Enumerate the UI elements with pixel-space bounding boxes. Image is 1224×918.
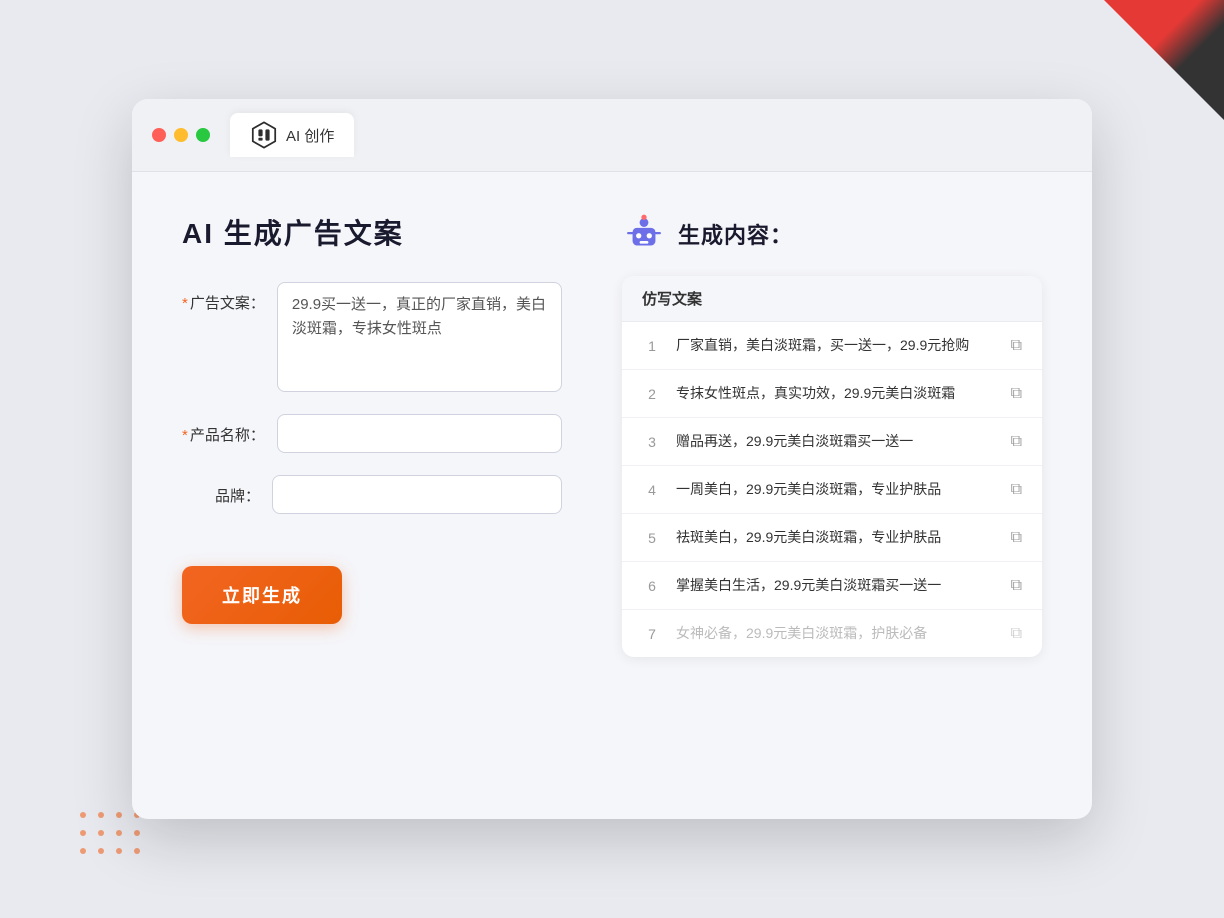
- row-number: 3: [642, 434, 662, 450]
- results-table: 仿写文案 1 厂家直销，美白淡斑霜，买一送一，29.9元抢购 ⧉ 2 专抹女性斑点，真实…: [622, 276, 1042, 657]
- row-text: 女神必备，29.9元美白淡斑霜，护肤必备: [676, 623, 997, 644]
- copy-icon[interactable]: ⧉: [1011, 481, 1022, 499]
- row-text: 专抹女性斑点，真实功效，29.9元美白淡斑霜: [676, 383, 997, 404]
- table-row: 6 掌握美白生活，29.9元美白淡斑霜买一送一 ⧉: [622, 562, 1042, 610]
- table-row: 4 一周美白，29.9元美白淡斑霜，专业护肤品 ⧉: [622, 466, 1042, 514]
- product-label: *产品名称：: [182, 414, 277, 445]
- minimize-button[interactable]: [174, 128, 188, 142]
- required-star-ad: *: [182, 295, 188, 312]
- row-number: 4: [642, 482, 662, 498]
- page-title: AI 生成广告文案: [182, 212, 562, 252]
- table-row: 1 厂家直销，美白淡斑霜，买一送一，29.9元抢购 ⧉: [622, 322, 1042, 370]
- ad-copy-input[interactable]: 29.9买一送一，真正的厂家直销，美白淡斑霜，专抹女性斑点: [277, 282, 562, 392]
- row-number: 6: [642, 578, 662, 594]
- product-name-group: *产品名称： 美白淡斑霜: [182, 414, 562, 453]
- copy-icon[interactable]: ⧉: [1011, 625, 1022, 643]
- generate-button[interactable]: 立即生成: [182, 566, 342, 624]
- copy-icon[interactable]: ⧉: [1011, 529, 1022, 547]
- table-header: 仿写文案: [622, 276, 1042, 322]
- brand-group: 品牌： 好白: [182, 475, 562, 514]
- ad-copy-group: *广告文案： 29.9买一送一，真正的厂家直销，美白淡斑霜，专抹女性斑点: [182, 282, 562, 392]
- row-text: 祛斑美白，29.9元美白淡斑霜，专业护肤品: [676, 527, 997, 548]
- row-number: 7: [642, 626, 662, 642]
- close-button[interactable]: [152, 128, 166, 142]
- copy-icon[interactable]: ⧉: [1011, 337, 1022, 355]
- maximize-button[interactable]: [196, 128, 210, 142]
- main-content: AI 生成广告文案 *广告文案： 29.9买一送一，真正的厂家直销，美白淡斑霜，…: [132, 172, 1092, 697]
- window-controls: [152, 128, 210, 142]
- browser-tab[interactable]: AI 创作: [230, 113, 354, 157]
- product-name-input[interactable]: 美白淡斑霜: [277, 414, 562, 453]
- result-header: 生成内容：: [622, 212, 1042, 256]
- ai-logo-icon: [250, 121, 278, 149]
- row-text: 掌握美白生活，29.9元美白淡斑霜买一送一: [676, 575, 997, 596]
- row-number: 2: [642, 386, 662, 402]
- copy-icon[interactable]: ⧉: [1011, 385, 1022, 403]
- result-title-label: 生成内容：: [678, 218, 793, 250]
- row-number: 1: [642, 338, 662, 354]
- copy-icon[interactable]: ⧉: [1011, 577, 1022, 595]
- row-number: 5: [642, 530, 662, 546]
- dots-decoration: [80, 812, 144, 858]
- corner-decoration: [1104, 0, 1224, 120]
- copy-icon[interactable]: ⧉: [1011, 433, 1022, 451]
- table-row: 5 祛斑美白，29.9元美白淡斑霜，专业护肤品 ⧉: [622, 514, 1042, 562]
- brand-label: 品牌：: [182, 475, 272, 506]
- title-bar: AI 创作: [132, 99, 1092, 172]
- results-container: 1 厂家直销，美白淡斑霜，买一送一，29.9元抢购 ⧉ 2 专抹女性斑点，真实功效，29…: [622, 322, 1042, 657]
- table-row: 3 赠品再送，29.9元美白淡斑霜买一送一 ⧉: [622, 418, 1042, 466]
- table-row: 2 专抹女性斑点，真实功效，29.9元美白淡斑霜 ⧉: [622, 370, 1042, 418]
- robot-icon: [622, 212, 666, 256]
- tab-title-label: AI 创作: [286, 125, 334, 146]
- left-panel: AI 生成广告文案 *广告文案： 29.9买一送一，真正的厂家直销，美白淡斑霜，…: [182, 212, 562, 657]
- row-text: 赠品再送，29.9元美白淡斑霜买一送一: [676, 431, 997, 452]
- required-star-product: *: [182, 427, 188, 444]
- brand-input[interactable]: 好白: [272, 475, 562, 514]
- table-row: 7 女神必备，29.9元美白淡斑霜，护肤必备 ⧉: [622, 610, 1042, 657]
- row-text: 一周美白，29.9元美白淡斑霜，专业护肤品: [676, 479, 997, 500]
- ad-copy-label: *广告文案：: [182, 282, 277, 313]
- browser-window: AI 创作 AI 生成广告文案 *广告文案： 29.9买一送一，真正的厂家直销，…: [132, 99, 1092, 819]
- row-text: 厂家直销，美白淡斑霜，买一送一，29.9元抢购: [676, 335, 997, 356]
- right-panel: 生成内容： 仿写文案 1 厂家直销，美白淡斑霜，买一送一，29.9元抢购 ⧉ 2 专抹女…: [622, 212, 1042, 657]
